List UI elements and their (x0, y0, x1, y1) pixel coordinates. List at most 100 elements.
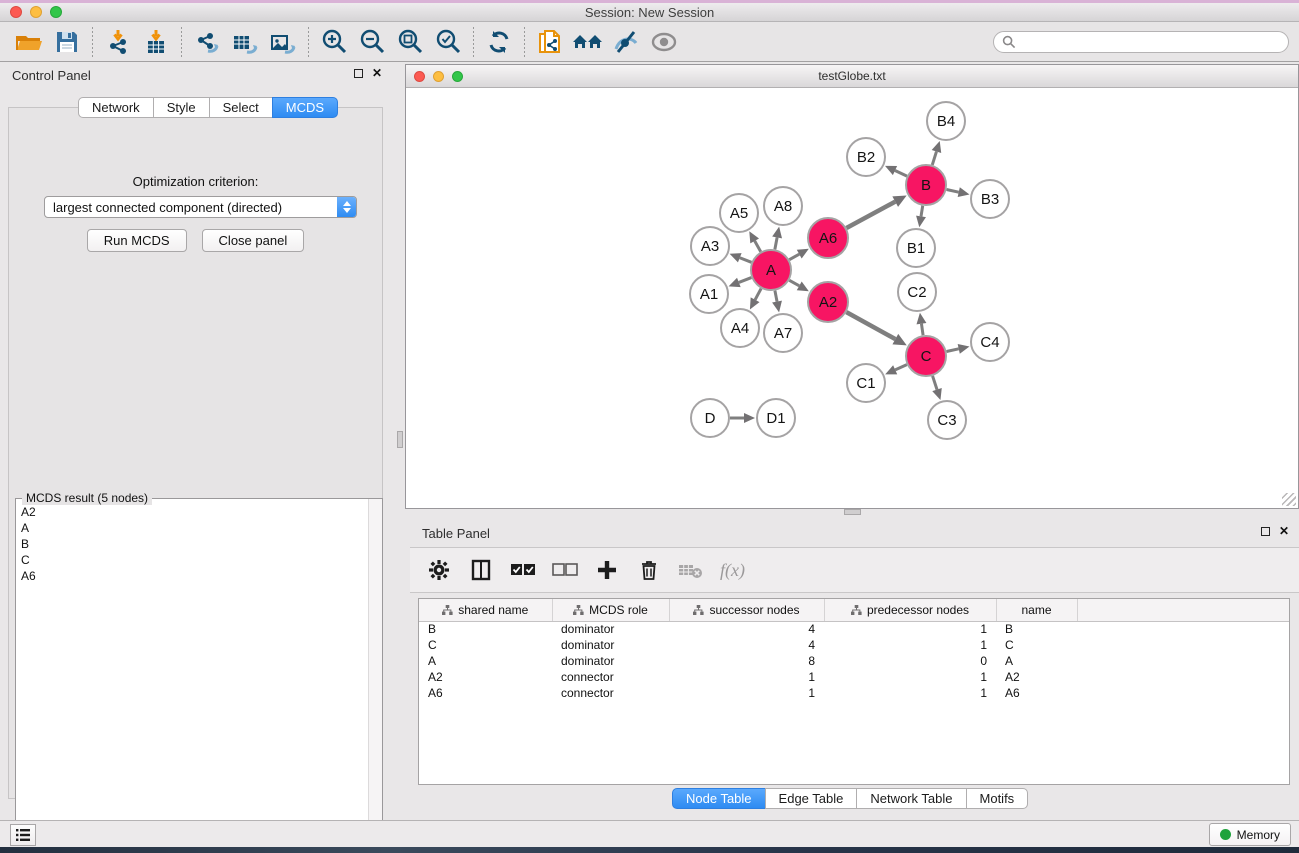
save-session-button[interactable] (48, 25, 86, 59)
graph-edge-A-A3[interactable] (740, 258, 752, 263)
mcds-result-item[interactable]: B (16, 536, 368, 552)
table-cell[interactable]: A (419, 653, 552, 669)
column-header-MCDS-role[interactable]: MCDS role (552, 599, 669, 621)
graph-node-B2[interactable]: B2 (847, 138, 885, 176)
mcds-result-item[interactable]: A (16, 520, 368, 536)
graph-edge-A-A6[interactable] (789, 254, 799, 260)
search-input[interactable] (993, 31, 1289, 53)
table-cell[interactable]: 1 (669, 685, 824, 701)
graph-node-A8[interactable]: A8 (764, 187, 802, 225)
task-history-button[interactable] (10, 824, 36, 846)
close-panel-button[interactable]: Close panel (202, 229, 305, 252)
graph-node-B3[interactable]: B3 (971, 180, 1009, 218)
memory-status-button[interactable]: Memory (1209, 823, 1291, 846)
import-network-button[interactable] (99, 25, 137, 59)
table-cell[interactable]: 1 (669, 669, 824, 685)
import-table-button[interactable] (137, 25, 175, 59)
zoom-out-button[interactable] (353, 25, 391, 59)
tab-network[interactable]: Network (78, 97, 154, 118)
zoom-in-button[interactable] (315, 25, 353, 59)
table-cell[interactable]: 4 (669, 637, 824, 653)
table-row[interactable]: Adominator80A (419, 653, 1289, 669)
tab-mcds[interactable]: MCDS (272, 97, 338, 118)
graph-node-C1[interactable]: C1 (847, 364, 885, 402)
table-cell[interactable]: A2 (996, 669, 1077, 685)
graph-node-C[interactable]: C (906, 336, 946, 376)
scrollbar-track[interactable] (368, 499, 382, 840)
graph-node-A5[interactable]: A5 (720, 194, 758, 232)
graph-edge-B-B4[interactable] (932, 152, 936, 165)
float-panel-icon[interactable] (1261, 527, 1270, 536)
graph-edge-A-A2[interactable] (789, 280, 799, 286)
graph-edge-A-A4[interactable] (755, 289, 761, 300)
tab-network-table[interactable]: Network Table (856, 788, 966, 809)
graph-node-D1[interactable]: D1 (757, 399, 795, 437)
tab-motifs[interactable]: Motifs (966, 788, 1029, 809)
function-builder-fx-button[interactable]: f(x) (720, 560, 745, 581)
tab-style[interactable]: Style (153, 97, 210, 118)
table-cell[interactable]: A2 (419, 669, 552, 685)
table-cell[interactable]: dominator (552, 653, 669, 669)
table-cell[interactable]: C (996, 637, 1077, 653)
criterion-dropdown[interactable]: largest connected component (directed) (44, 196, 357, 218)
mcds-result-item[interactable]: A2 (16, 504, 368, 520)
export-network-button[interactable] (188, 25, 226, 59)
graph-edge-A-A7[interactable] (775, 291, 777, 302)
split-pane-grip-horizontal[interactable] (844, 509, 861, 515)
graph-node-C3[interactable]: C3 (928, 401, 966, 439)
graph-edge-A6-B[interactable] (846, 202, 895, 228)
export-table-button[interactable] (226, 25, 264, 59)
graph-edge-B-B1[interactable] (921, 206, 923, 217)
add-column-button[interactable] (594, 557, 620, 583)
graph-edge-B-B2[interactable] (895, 171, 907, 177)
table-cell[interactable]: dominator (552, 621, 669, 637)
table-cell[interactable]: 1 (824, 637, 996, 653)
graph-edge-B-B3[interactable] (947, 189, 959, 192)
table-cell[interactable]: connector (552, 669, 669, 685)
delete-table-button[interactable] (678, 557, 704, 583)
zoom-fit-button[interactable] (391, 25, 429, 59)
tab-select[interactable]: Select (209, 97, 273, 118)
table-cell[interactable]: C (419, 637, 552, 653)
graph-node-A2[interactable]: A2 (808, 282, 848, 322)
show-graphics-details-button[interactable] (645, 25, 683, 59)
graph-node-D[interactable]: D (691, 399, 729, 437)
column-header-successor-nodes[interactable]: successor nodes (669, 599, 824, 621)
graph-node-A[interactable]: A (751, 250, 791, 290)
graph-node-B4[interactable]: B4 (927, 102, 965, 140)
export-image-button[interactable] (264, 25, 302, 59)
run-mcds-button[interactable]: Run MCDS (87, 229, 187, 252)
network-window-titlebar[interactable]: testGlobe.txt (406, 65, 1298, 88)
graph-edge-C-C4[interactable] (947, 349, 959, 352)
graph-edge-C-C1[interactable] (895, 365, 907, 370)
column-header-predecessor-nodes[interactable]: predecessor nodes (824, 599, 996, 621)
table-row[interactable]: Cdominator41C (419, 637, 1289, 653)
table-cell[interactable]: 4 (669, 621, 824, 637)
graph-edge-A-A5[interactable] (755, 241, 761, 252)
refresh-button[interactable] (480, 25, 518, 59)
resize-grip-icon[interactable] (1282, 493, 1296, 506)
table-cell[interactable]: dominator (552, 637, 669, 653)
clone-network-button[interactable] (531, 25, 569, 59)
column-header-shared-name[interactable]: shared name (419, 599, 552, 621)
graph-edge-A-A8[interactable] (775, 237, 777, 249)
graph-node-A3[interactable]: A3 (691, 227, 729, 265)
graph-node-A6[interactable]: A6 (808, 218, 848, 258)
graph-node-C4[interactable]: C4 (971, 323, 1009, 361)
graph-edge-C-C3[interactable] (933, 376, 937, 390)
float-panel-icon[interactable] (354, 69, 363, 78)
table-cell[interactable]: 0 (824, 653, 996, 669)
graph-node-B1[interactable]: B1 (897, 229, 935, 267)
table-cell[interactable]: 8 (669, 653, 824, 669)
table-row[interactable]: Bdominator41B (419, 621, 1289, 637)
graph-node-B[interactable]: B (906, 165, 946, 205)
tab-edge-table[interactable]: Edge Table (765, 788, 858, 809)
table-row[interactable]: A6connector11A6 (419, 685, 1289, 701)
close-panel-icon[interactable]: ✕ (372, 68, 382, 78)
network-canvas[interactable]: B4B2BB3A5A8A6B1A3AA1C2A2A4A7C4CC1C3DD1 (406, 89, 1298, 508)
mcds-result-item[interactable]: C (16, 552, 368, 568)
hide-graphics-details-button[interactable] (607, 25, 645, 59)
graph-edge-A-A1[interactable] (739, 278, 752, 283)
table-row[interactable]: A2connector11A2 (419, 669, 1289, 685)
select-all-button[interactable] (510, 557, 536, 583)
